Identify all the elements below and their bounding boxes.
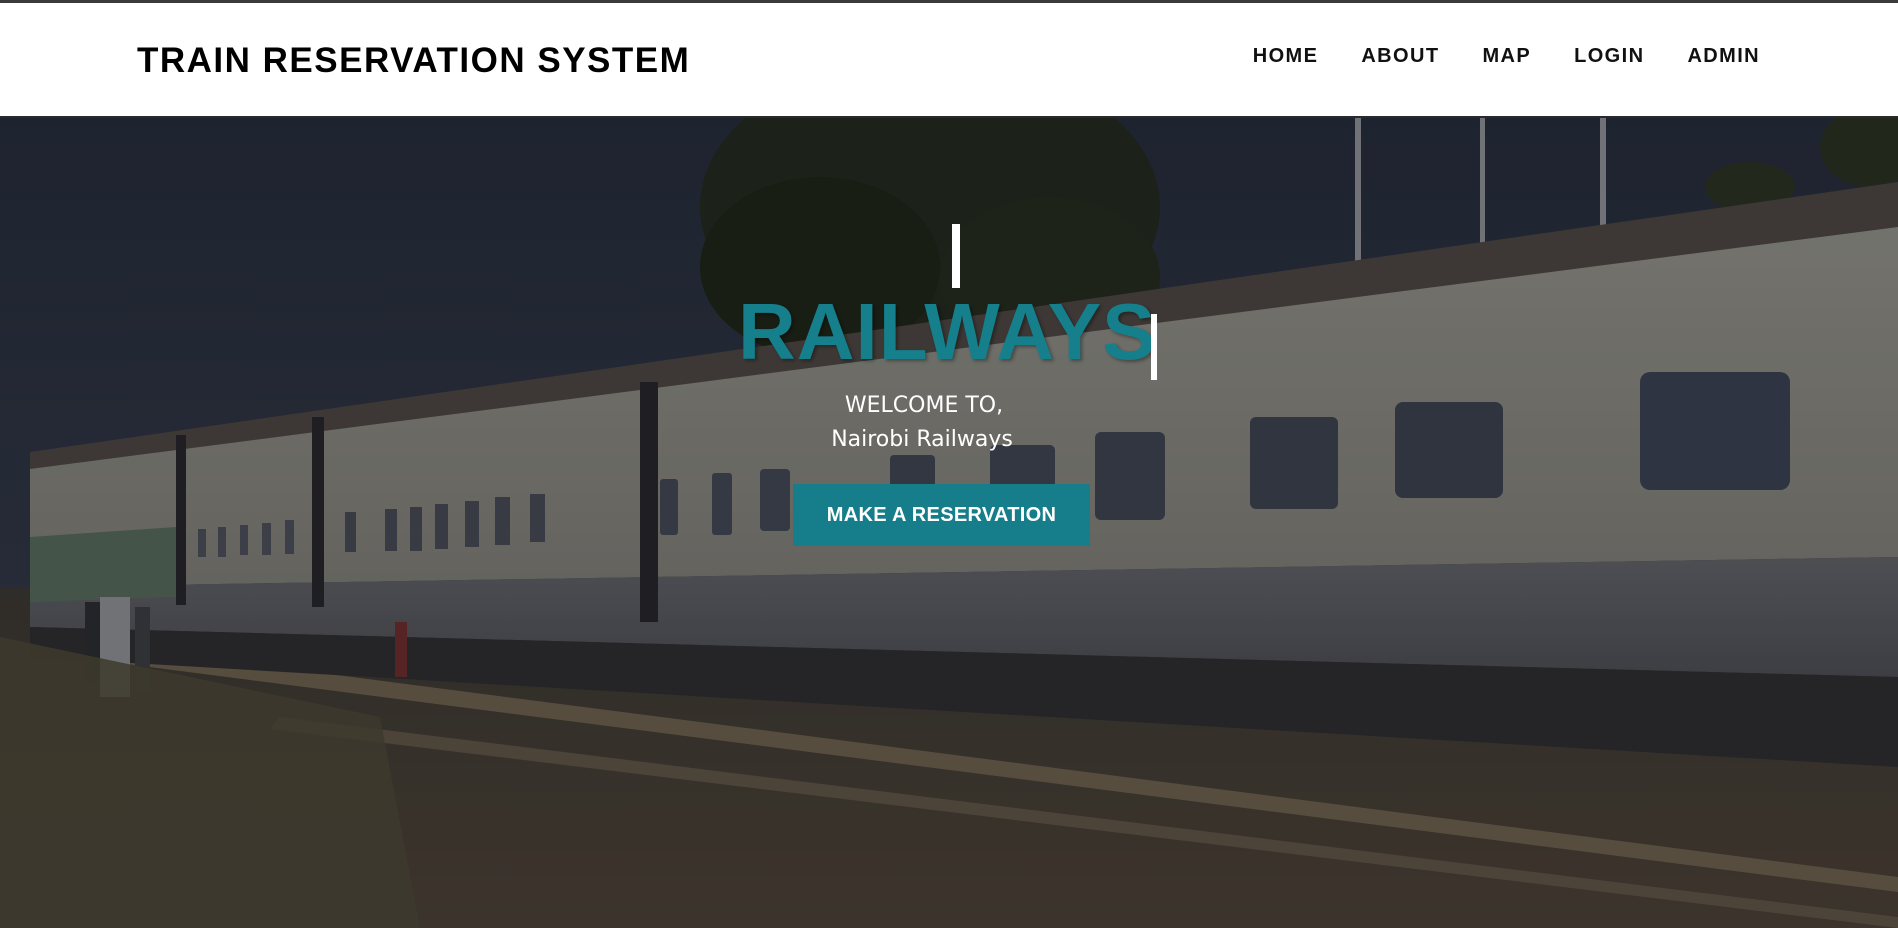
hero-section: RAILWAYS WELCOME TO, Nairobi Railways MA…	[0, 117, 1898, 928]
nav-home-link[interactable]: HOME	[1253, 45, 1319, 68]
welcome-line-1: WELCOME TO,	[844, 393, 1004, 418]
site-header: TRAIN RESERVATION SYSTEM HOME ABOUT MAP …	[0, 3, 1898, 118]
page: TRAIN RESERVATION SYSTEM HOME ABOUT MAP …	[0, 0, 1898, 928]
nav-map-link[interactable]: MAP	[1482, 45, 1531, 68]
nav-admin-link[interactable]: ADMIN	[1687, 45, 1760, 68]
make-reservation-button[interactable]: MAKE A RESERVATION	[793, 484, 1090, 546]
site-title[interactable]: TRAIN RESERVATION SYSTEM	[137, 41, 690, 81]
nav-login-link[interactable]: LOGIN	[1574, 45, 1644, 68]
hero-title: RAILWAYS	[738, 287, 1157, 376]
main-nav: HOME ABOUT MAP LOGIN ADMIN	[1210, 45, 1760, 68]
welcome-text: WELCOME TO, Nairobi Railways	[0, 389, 1898, 457]
typing-cursor-top	[952, 224, 960, 288]
typing-cursor	[1151, 314, 1157, 380]
nav-about-link[interactable]: ABOUT	[1361, 45, 1439, 68]
welcome-line-2: Nairobi Railways	[831, 427, 1013, 452]
